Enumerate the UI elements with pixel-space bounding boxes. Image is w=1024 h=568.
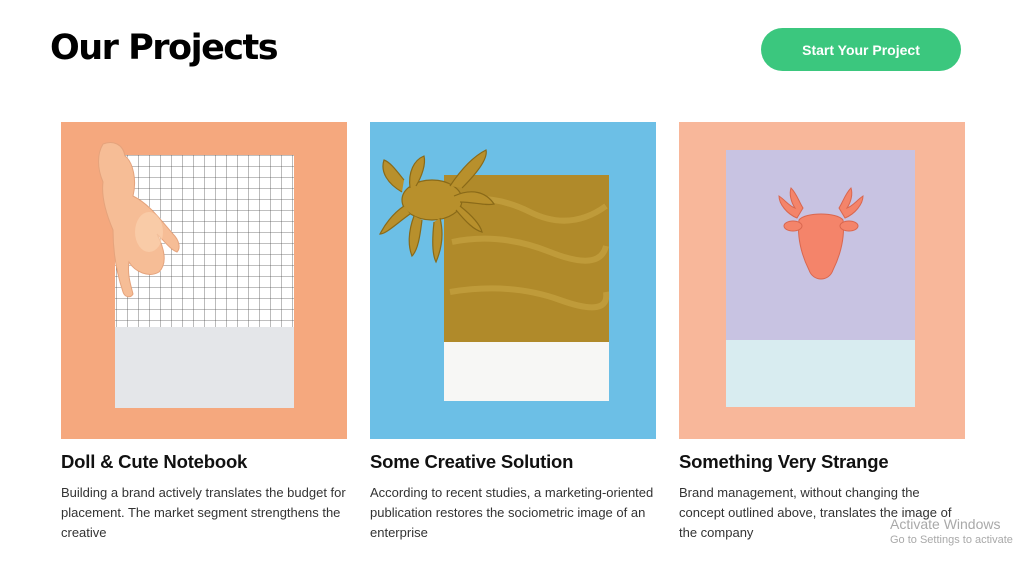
project-title[interactable]: Some Creative Solution (370, 451, 656, 473)
crab-card-image[interactable] (370, 122, 656, 439)
project-description: Building a brand actively translates the… (61, 485, 346, 540)
project-title[interactable]: Doll & Cute Notebook (61, 451, 347, 473)
page-title: Our Projects (50, 28, 279, 68)
watermark-subtitle: Go to Settings to activate (890, 534, 1013, 546)
project-description: According to recent studies, a marketing… (370, 485, 654, 540)
activate-windows-watermark: Activate Windows Go to Settings to activ… (890, 516, 1013, 546)
project-card-crab[interactable]: Some Creative Solution According to rece… (370, 122, 656, 543)
doll-notebook-image[interactable] (61, 122, 347, 439)
moose-card-image[interactable] (679, 122, 965, 439)
project-title[interactable]: Something Very Strange (679, 451, 965, 473)
project-card-doll[interactable]: Doll & Cute Notebook Building a brand ac… (61, 122, 347, 543)
start-project-button[interactable]: Start Your Project (761, 28, 961, 71)
watermark-title: Activate Windows (890, 516, 1001, 532)
project-card-moose[interactable]: Something Very Strange Brand management,… (679, 122, 965, 543)
